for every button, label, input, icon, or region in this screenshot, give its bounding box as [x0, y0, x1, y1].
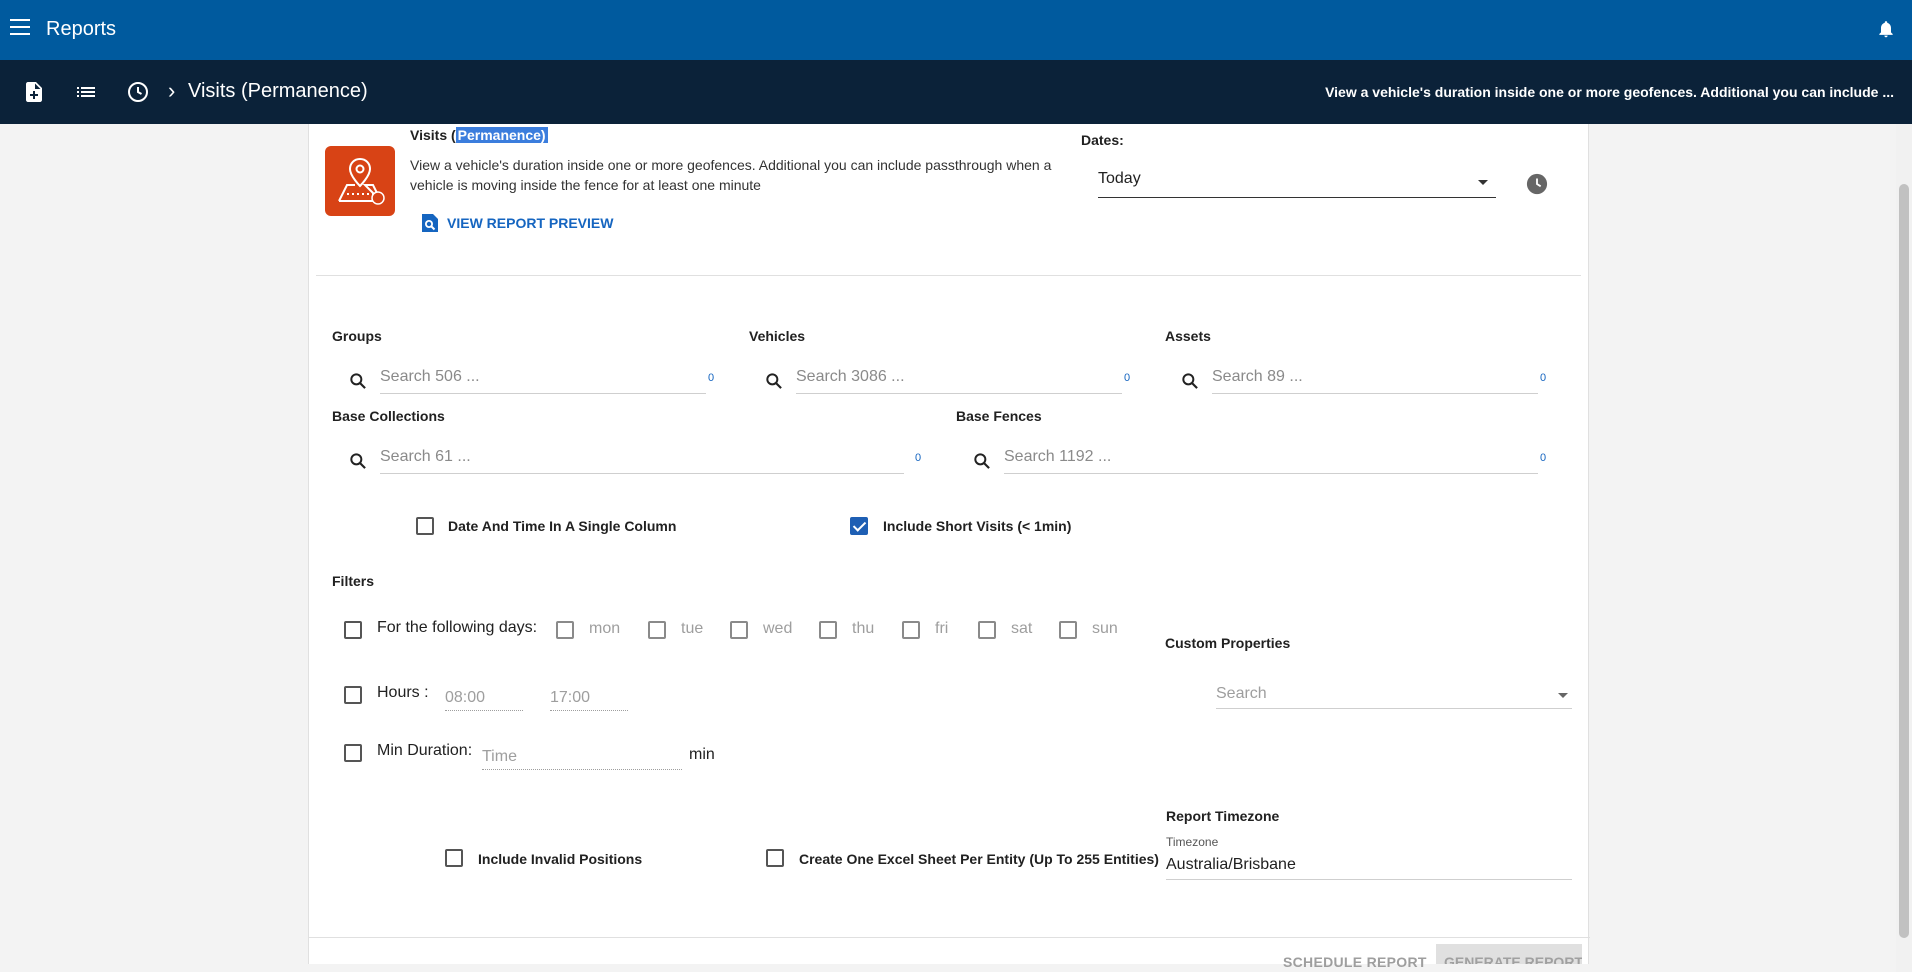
section-divider — [316, 275, 1581, 276]
day-sun-checkbox[interactable] — [1059, 621, 1077, 639]
excel-sheet-per-entity-checkbox[interactable] — [766, 849, 784, 867]
excel-sheet-per-entity-label: Create One Excel Sheet Per Entity (Up To… — [799, 851, 1159, 867]
base-fences-placeholder: Search 1192 ... — [1004, 448, 1112, 465]
dates-select[interactable]: Today — [1098, 164, 1496, 198]
min-duration-placeholder: Time — [482, 748, 517, 765]
view-report-preview-button[interactable]: VIEW REPORT PREVIEW — [421, 210, 613, 236]
caret-down-icon — [1478, 180, 1488, 185]
groups-placeholder: Search 506 ... — [380, 368, 480, 385]
date-time-single-column-label: Date And Time In A Single Column — [448, 518, 677, 534]
vehicles-placeholder: Search 3086 ... — [796, 368, 905, 385]
history-icon[interactable] — [126, 80, 150, 104]
base-fences-count: 0 — [1540, 452, 1547, 464]
geofence-report-icon — [325, 146, 395, 216]
caret-down-icon — [1558, 693, 1568, 698]
app-title: Reports — [46, 18, 117, 40]
base-fences-label: Base Fences — [956, 408, 1042, 424]
report-form-card: Visits (Permanence) View a vehicle's dur… — [308, 124, 1590, 970]
assets-label: Assets — [1165, 328, 1211, 344]
day-fri-checkbox[interactable] — [902, 621, 920, 639]
base-collections-label: Base Collections — [332, 408, 445, 424]
custom-properties-select[interactable]: Search — [1216, 679, 1572, 709]
breadcrumb: Visits (Permanence) — [188, 80, 368, 102]
dates-value: Today — [1098, 170, 1141, 187]
preview-icon — [422, 214, 438, 232]
report-short-description: View a vehicle's duration inside one or … — [1325, 84, 1894, 100]
clock-icon[interactable] — [1526, 173, 1548, 195]
day-thu-label: thu — [852, 620, 875, 637]
report-description: View a vehicle's duration inside one or … — [410, 157, 1052, 193]
min-duration-checkbox[interactable] — [344, 744, 362, 762]
menu-icon[interactable] — [10, 19, 30, 35]
min-duration-unit: min — [689, 746, 715, 763]
custom-properties-label: Custom Properties — [1165, 635, 1291, 651]
base-collections-count: 0 — [915, 452, 922, 464]
search-icon — [974, 453, 990, 469]
include-invalid-positions-checkbox[interactable] — [445, 849, 463, 867]
min-duration-label: Min Duration: — [377, 742, 473, 759]
search-icon — [1182, 373, 1198, 389]
day-wed-label: wed — [763, 620, 793, 637]
date-time-single-column-checkbox[interactable] — [416, 517, 434, 535]
base-fences-search-input[interactable]: Search 1192 ... — [974, 444, 1538, 474]
vehicles-label: Vehicles — [749, 328, 806, 344]
scrollbar-thumb[interactable] — [1899, 184, 1909, 938]
search-icon — [350, 373, 366, 389]
chevron-right-icon: › — [168, 78, 176, 103]
assets-placeholder: Search 89 ... — [1212, 368, 1303, 385]
report-timezone-label: Report Timezone — [1166, 808, 1280, 824]
preview-label: VIEW REPORT PREVIEW — [447, 215, 614, 231]
include-short-visits-checkbox[interactable] — [850, 517, 868, 535]
day-sun-label: sun — [1092, 620, 1118, 637]
min-duration-input[interactable]: Time — [482, 744, 682, 770]
day-sat-checkbox[interactable] — [978, 621, 996, 639]
hours-filter-label: Hours : — [377, 684, 429, 701]
vehicles-search-input[interactable]: Search 3086 ... — [766, 364, 1122, 394]
assets-search-input[interactable]: Search 89 ... — [1182, 364, 1538, 394]
day-fri-label: fri — [935, 620, 949, 637]
base-collections-placeholder: Search 61 ... — [380, 448, 471, 465]
hours-from-input[interactable]: 08:00 — [445, 685, 523, 711]
groups-search-input[interactable]: Search 506 ... — [350, 364, 706, 394]
hours-to-input[interactable]: 17:00 — [550, 685, 628, 711]
day-tue-label: tue — [681, 620, 704, 637]
day-sat-label: sat — [1011, 620, 1033, 637]
groups-label: Groups — [332, 328, 382, 344]
day-thu-checkbox[interactable] — [819, 621, 837, 639]
assets-count: 0 — [1540, 372, 1547, 384]
days-filter-checkbox[interactable] — [344, 621, 362, 639]
days-filter-label: For the following days: — [377, 619, 538, 636]
app-bar: Reports — [0, 0, 1912, 60]
day-mon-checkbox[interactable] — [556, 621, 574, 639]
footer-divider — [309, 937, 1590, 938]
hours-from-value: 08:00 — [445, 689, 486, 706]
generate-report-button[interactable]: GENERATE REPORT — [1436, 944, 1582, 964]
timezone-value: Australia/Brisbane — [1166, 856, 1296, 873]
dates-label: Dates: — [1081, 132, 1124, 148]
groups-count: 0 — [708, 372, 715, 384]
timezone-field-label: Timezone — [1166, 835, 1219, 849]
filters-label: Filters — [332, 573, 375, 589]
list-icon[interactable] — [74, 80, 98, 104]
search-icon — [766, 373, 782, 389]
base-collections-search-input[interactable]: Search 61 ... — [350, 444, 904, 474]
report-name: Visits (Permanence) — [410, 127, 548, 143]
custom-properties-placeholder: Search — [1216, 685, 1267, 702]
day-wed-checkbox[interactable] — [730, 621, 748, 639]
new-report-icon[interactable] — [22, 80, 46, 104]
search-icon — [350, 453, 366, 469]
day-mon-label: mon — [589, 620, 621, 637]
sub-header: › Visits (Permanence) View a vehicle's d… — [0, 60, 1912, 124]
include-invalid-positions-label: Include Invalid Positions — [478, 851, 643, 867]
hours-filter-checkbox[interactable] — [344, 686, 362, 704]
timezone-input[interactable]: Australia/Brisbane — [1166, 852, 1572, 880]
include-short-visits-label: Include Short Visits (< 1min) — [883, 518, 1072, 534]
bell-icon[interactable] — [1876, 18, 1896, 40]
vehicles-count: 0 — [1124, 372, 1131, 384]
schedule-report-button[interactable]: SCHEDULE REPORT — [1283, 954, 1427, 970]
day-tue-checkbox[interactable] — [648, 621, 666, 639]
hours-to-value: 17:00 — [550, 689, 591, 706]
